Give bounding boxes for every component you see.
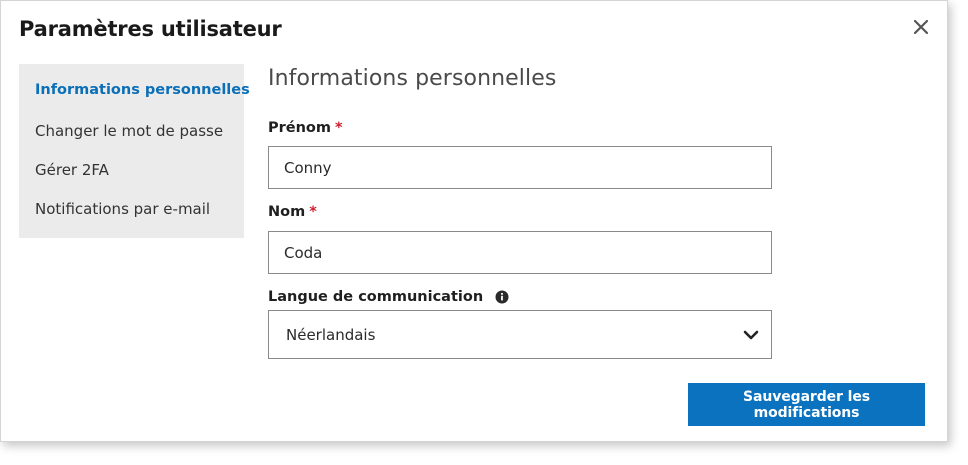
sidebar-item-change-password[interactable]: Changer le mot de passe xyxy=(35,122,223,140)
required-marker: * xyxy=(335,120,343,136)
language-selected-value: Néerlandais xyxy=(286,326,376,344)
info-icon[interactable] xyxy=(495,290,509,304)
language-select[interactable]: Néerlandais xyxy=(268,310,772,359)
close-icon xyxy=(913,19,929,35)
last-name-label: Nom * xyxy=(268,204,317,220)
first-name-label: Prénom * xyxy=(268,120,343,136)
sidebar-item-manage-2fa[interactable]: Gérer 2FA xyxy=(35,161,109,179)
last-name-field[interactable] xyxy=(268,231,772,274)
user-settings-dialog: Paramètres utilisateur Informations pers… xyxy=(0,0,948,442)
sidebar-item-email-notifications[interactable]: Notifications par e-mail xyxy=(35,200,210,218)
section-title: Informations personnelles xyxy=(268,66,557,91)
language-label-text: Langue de communication xyxy=(268,289,484,305)
save-changes-button[interactable]: Sauvegarder les modifications xyxy=(688,383,925,426)
last-name-label-text: Nom xyxy=(268,204,306,220)
sidebar-item-personal-info[interactable]: Informations personnelles xyxy=(35,82,250,98)
required-marker: * xyxy=(309,204,317,220)
dialog-title: Paramètres utilisateur xyxy=(19,17,282,41)
first-name-field[interactable] xyxy=(268,146,772,189)
language-label: Langue de communication xyxy=(268,289,509,305)
close-button[interactable] xyxy=(909,15,933,39)
first-name-label-text: Prénom xyxy=(268,120,332,136)
sidebar: Informations personnelles Changer le mot… xyxy=(19,64,250,238)
chevron-down-icon xyxy=(743,330,759,340)
